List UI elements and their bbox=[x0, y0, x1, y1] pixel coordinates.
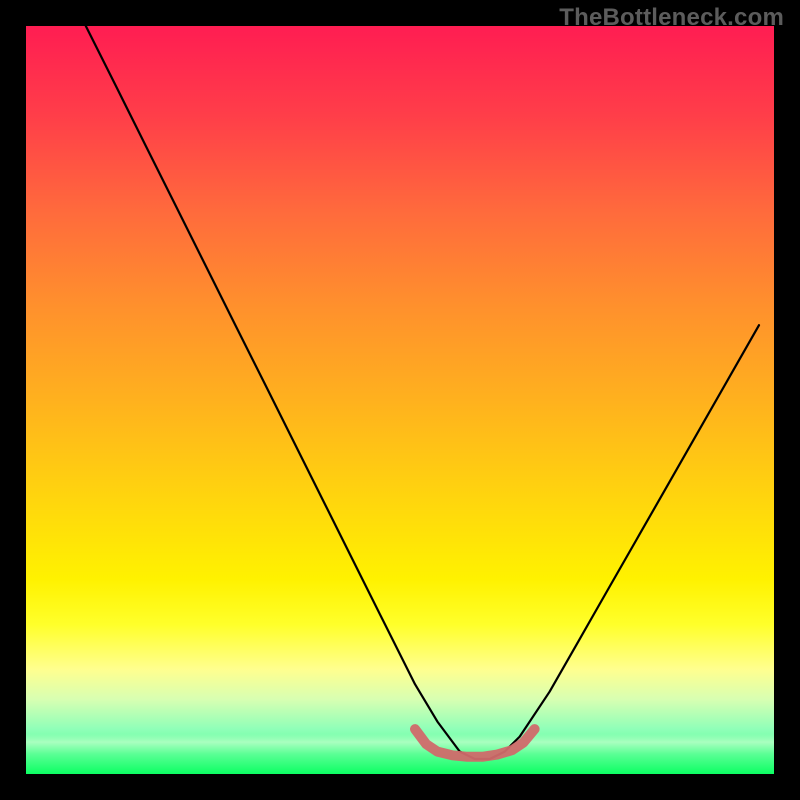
bottleneck-curve bbox=[86, 26, 759, 759]
optimal-zone-marker bbox=[415, 729, 535, 757]
watermark-text: TheBottleneck.com bbox=[559, 4, 784, 32]
curve-layer bbox=[26, 26, 774, 774]
plot-area bbox=[26, 26, 774, 774]
chart-frame: TheBottleneck.com bbox=[0, 0, 800, 800]
